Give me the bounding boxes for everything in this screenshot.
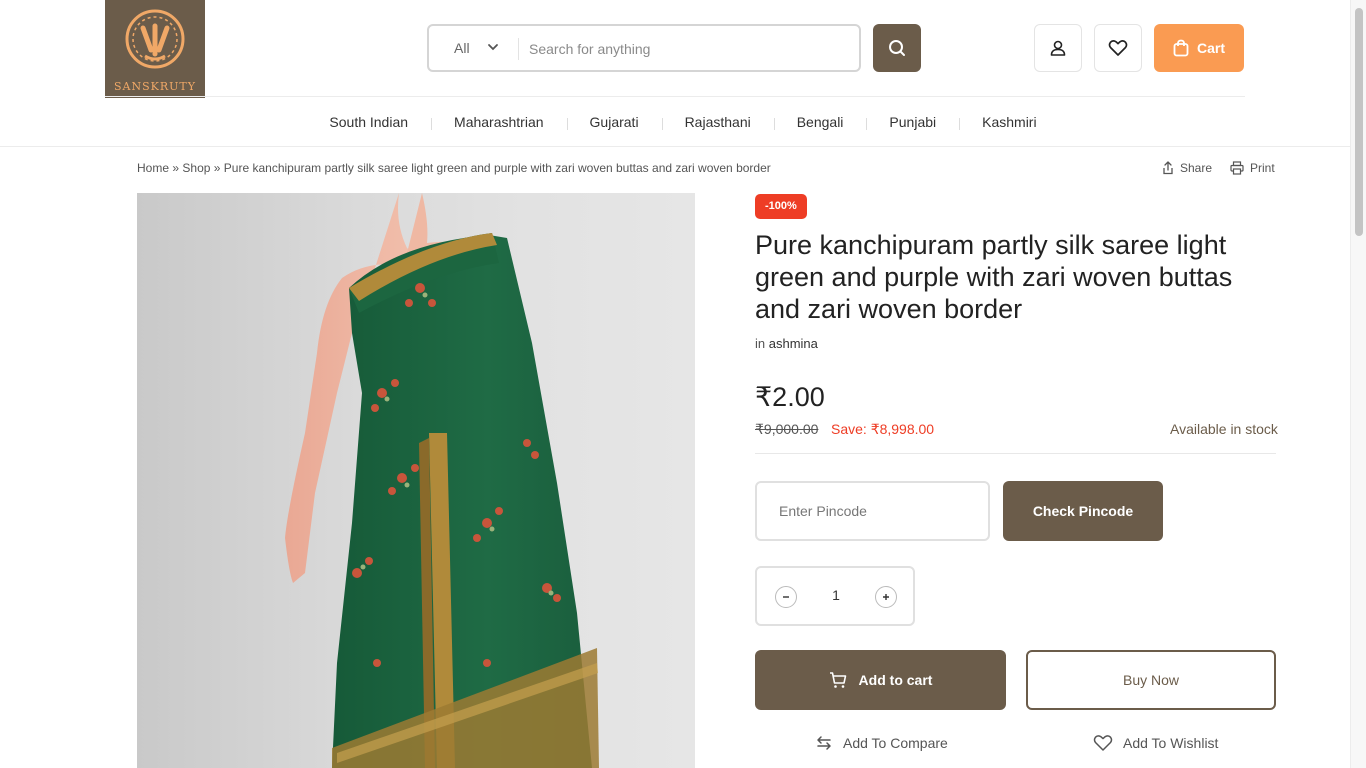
search-icon bbox=[889, 40, 905, 56]
wishlist-header-button[interactable] bbox=[1094, 24, 1142, 72]
brand-logo[interactable]: SANSKRUTY bbox=[105, 0, 205, 98]
share-label: Share bbox=[1180, 161, 1213, 175]
check-pincode-button[interactable]: Check Pincode bbox=[1003, 481, 1163, 541]
cart-button[interactable]: Cart bbox=[1154, 24, 1244, 72]
quantity-increase-button[interactable] bbox=[875, 586, 897, 608]
category-link[interactable]: ashmina bbox=[769, 336, 818, 351]
wishlist-label: Add To Wishlist bbox=[1123, 735, 1219, 751]
original-price: ₹9,000.00 bbox=[755, 421, 819, 437]
breadcrumb-shop[interactable]: Shop bbox=[182, 161, 210, 175]
search-bar: All bbox=[427, 24, 861, 72]
category-nav: South Indian Maharashtrian Gujarati Raja… bbox=[0, 97, 1366, 147]
product-title: Pure kanchipuram partly silk saree light… bbox=[755, 230, 1233, 324]
add-to-cart-label: Add to cart bbox=[858, 672, 933, 688]
price-divider bbox=[755, 453, 1276, 454]
heart-icon bbox=[1093, 735, 1113, 751]
pincode-input[interactable] bbox=[755, 481, 990, 541]
nav-item-kashmiri[interactable]: Kashmiri bbox=[959, 114, 1059, 130]
product-category: in ashmina bbox=[755, 336, 818, 351]
print-button[interactable]: Print bbox=[1230, 161, 1275, 175]
printer-icon bbox=[1230, 161, 1244, 175]
account-button[interactable] bbox=[1034, 24, 1082, 72]
stock-status: Available in stock bbox=[1170, 421, 1278, 437]
breadcrumb: Home » Shop » Pure kanchipuram partly si… bbox=[137, 161, 771, 175]
nav-item-gujarati[interactable]: Gujarati bbox=[566, 114, 662, 130]
compare-arrows-icon bbox=[817, 736, 831, 750]
nav-item-maharashtrian[interactable]: Maharashtrian bbox=[431, 114, 567, 130]
quantity-decrease-button[interactable] bbox=[775, 586, 797, 608]
search-input[interactable] bbox=[529, 35, 849, 63]
nav-item-bengali[interactable]: Bengali bbox=[773, 114, 867, 130]
minus-icon bbox=[783, 596, 789, 598]
chevron-down-icon[interactable] bbox=[487, 41, 499, 53]
heart-icon bbox=[1108, 40, 1128, 56]
breadcrumb-current: Pure kanchipuram partly silk saree light… bbox=[223, 161, 771, 175]
quantity-value[interactable]: 1 bbox=[817, 587, 855, 603]
breadcrumb-separator: » bbox=[172, 161, 180, 175]
print-label: Print bbox=[1250, 161, 1275, 175]
search-divider bbox=[518, 38, 519, 60]
brand-name: SANSKRUTY bbox=[113, 80, 196, 93]
saree-on-mannequin-image bbox=[285, 193, 599, 768]
logo-emblem-icon bbox=[125, 9, 185, 69]
buy-now-button[interactable]: Buy Now bbox=[1026, 650, 1276, 710]
product-image[interactable] bbox=[137, 193, 695, 768]
breadcrumb-home[interactable]: Home bbox=[137, 161, 169, 175]
breadcrumb-separator: » bbox=[213, 161, 221, 175]
add-to-compare-link[interactable]: Add To Compare bbox=[815, 734, 948, 752]
cart-icon bbox=[829, 672, 846, 688]
discount-badge: -100% bbox=[755, 194, 807, 219]
shopping-bag-icon bbox=[1173, 39, 1189, 57]
scrollbar-thumb[interactable] bbox=[1355, 8, 1363, 236]
cart-label: Cart bbox=[1196, 40, 1225, 56]
quantity-stepper: 1 bbox=[755, 566, 915, 626]
search-category-select[interactable]: All bbox=[454, 40, 470, 56]
plus-icon bbox=[883, 594, 889, 600]
user-icon bbox=[1050, 40, 1066, 56]
category-prefix: in bbox=[755, 336, 766, 351]
compare-label: Add To Compare bbox=[843, 735, 948, 751]
add-to-cart-button[interactable]: Add to cart bbox=[755, 650, 1006, 710]
nav-item-punjabi[interactable]: Punjabi bbox=[866, 114, 959, 130]
page-scrollbar[interactable] bbox=[1350, 0, 1366, 768]
share-button[interactable]: Share bbox=[1162, 161, 1212, 175]
search-button[interactable] bbox=[873, 24, 921, 72]
nav-item-rajasthani[interactable]: Rajasthani bbox=[661, 114, 774, 130]
savings-text: Save: ₹8,998.00 bbox=[831, 421, 935, 437]
nav-item-south-indian[interactable]: South Indian bbox=[306, 114, 431, 130]
share-icon bbox=[1163, 161, 1173, 175]
add-to-wishlist-link[interactable]: Add To Wishlist bbox=[1093, 734, 1218, 752]
current-price: ₹2.00 bbox=[755, 382, 825, 412]
